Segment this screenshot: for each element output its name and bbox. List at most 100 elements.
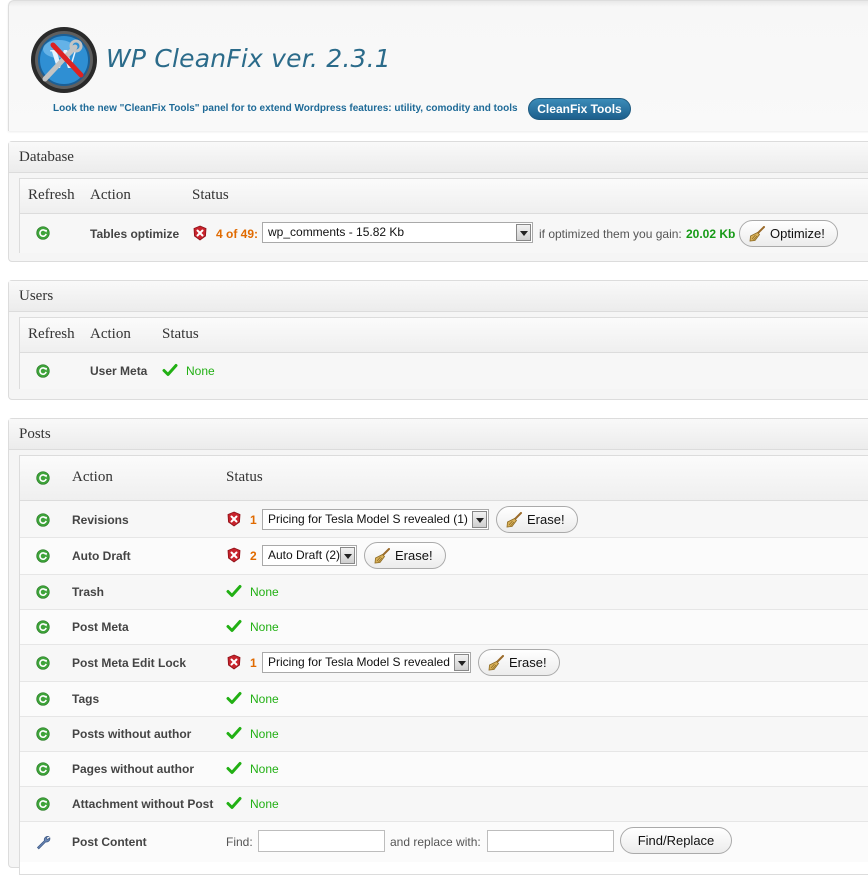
status-text: None (250, 620, 279, 634)
column-status: Status (162, 326, 199, 342)
error-shield-icon (226, 547, 242, 563)
row-label: Post Content (72, 835, 147, 849)
tagline-text: Look the new "CleanFix Tools" panel for … (53, 103, 518, 114)
database-panel: Database Refresh Action Status Tables op… (8, 141, 868, 262)
broom-icon (505, 512, 523, 528)
table-row: Revisions 1 Pricing for Tesla Model S re… (20, 501, 868, 537)
check-icon (226, 760, 242, 776)
row-label: Posts without author (72, 727, 192, 741)
check-icon (226, 618, 242, 634)
posts-panel-title: Posts (9, 419, 868, 450)
table-row: Tables optimize 4 of 49: wp_comments - 1… (20, 214, 868, 253)
status-text: None (250, 692, 279, 706)
row-label: Tags (72, 692, 100, 706)
row-label: Post Meta Edit Lock (72, 656, 187, 670)
refresh-icon[interactable] (36, 513, 50, 527)
optimize-button-label: Optimize! (770, 226, 825, 241)
cleanfix-logo-icon: W (31, 27, 97, 93)
status-text: None (250, 727, 279, 741)
broom-icon (373, 548, 391, 564)
chevron-down-icon (472, 511, 487, 528)
chevron-down-icon (516, 224, 531, 241)
database-table: Refresh Action Status Tables optimize 4 … (19, 178, 868, 253)
refresh-icon[interactable] (36, 226, 50, 240)
auto-draft-select-value: Auto Draft (2) (268, 548, 341, 562)
revisions-select[interactable]: Pricing for Tesla Model S revealed (1) (262, 509, 489, 530)
refresh-icon[interactable] (36, 585, 50, 599)
find-input[interactable] (258, 830, 385, 852)
refresh-icon[interactable] (36, 727, 50, 741)
error-shield-icon (192, 225, 208, 241)
column-action: Action (90, 187, 131, 203)
column-action: Action (72, 469, 113, 485)
table-row: Tags None (20, 681, 868, 716)
gain-text: if optimized them you gain: (539, 227, 682, 241)
wrench-icon (35, 834, 51, 850)
row-label: Attachment without Post (72, 797, 214, 811)
find-replace-button[interactable]: Find/Replace (620, 827, 732, 854)
erase-edit-lock-button[interactable]: Erase! (478, 649, 560, 676)
erase-auto-draft-button[interactable]: Erase! (364, 542, 446, 569)
cleanfix-tools-button[interactable]: CleanFix Tools (528, 98, 631, 120)
row-label: Trash (72, 585, 105, 599)
check-icon (226, 795, 242, 811)
selected-table-value: wp_comments - 15.82 Kb (268, 225, 405, 239)
column-refresh: Refresh (28, 326, 75, 342)
chevron-down-icon (454, 654, 469, 671)
revisions-select-value: Pricing for Tesla Model S revealed (1) (268, 512, 468, 526)
refresh-icon[interactable] (36, 549, 50, 563)
edit-lock-select-value: Pricing for Tesla Model S revealed (268, 655, 450, 669)
row-label: Tables optimize (90, 227, 180, 241)
refresh-icon[interactable] (36, 656, 50, 670)
erase-button-label: Erase! (395, 548, 433, 563)
refresh-icon[interactable] (36, 692, 50, 706)
issue-count: 2 (250, 549, 257, 563)
check-icon (162, 362, 178, 378)
row-label: Post Meta (72, 620, 129, 634)
refresh-all-icon[interactable] (36, 471, 50, 485)
check-icon (226, 725, 242, 741)
table-row: Trash None (20, 574, 868, 609)
erase-revisions-button[interactable]: Erase! (496, 506, 578, 533)
row-label: Auto Draft (72, 549, 131, 563)
issue-count: 1 (250, 656, 257, 670)
gain-value: 20.02 Kb (686, 227, 736, 241)
table-row: Post Meta Edit Lock 1 Pricing for Tesla … (20, 644, 868, 681)
table-select[interactable]: wp_comments - 15.82 Kb (262, 222, 533, 243)
erase-button-label: Erase! (527, 512, 565, 527)
status-text: None (186, 364, 215, 378)
plugin-header: W WP CleanFix ver. 2.3.1 Look the new "C… (8, 0, 868, 131)
users-table-header: Refresh Action Status (20, 318, 868, 353)
table-row: Post Content Find: and replace with: Fin… (20, 821, 868, 862)
find-label: Find: (226, 835, 253, 849)
refresh-icon[interactable] (36, 762, 50, 776)
row-label: Revisions (72, 513, 129, 527)
posts-table-header: Action Status (20, 456, 868, 501)
check-icon (226, 583, 242, 599)
issue-count: 1 (250, 513, 257, 527)
optimize-button[interactable]: Optimize! (739, 220, 838, 247)
column-status: Status (192, 187, 229, 203)
table-row: Posts without author None (20, 716, 868, 751)
replace-input[interactable] (487, 830, 614, 852)
refresh-icon[interactable] (36, 364, 50, 378)
chevron-down-icon (340, 547, 355, 564)
users-panel-title: Users (9, 281, 868, 312)
column-action: Action (90, 326, 131, 342)
edit-lock-select[interactable]: Pricing for Tesla Model S revealed (262, 652, 471, 673)
status-text: None (250, 762, 279, 776)
refresh-icon[interactable] (36, 620, 50, 634)
users-panel: Users Refresh Action Status User Meta No… (8, 280, 868, 400)
database-panel-title: Database (9, 142, 868, 173)
status-text: None (250, 797, 279, 811)
check-icon (226, 690, 242, 706)
users-table: Refresh Action Status User Meta None (19, 317, 868, 389)
broom-icon (487, 655, 505, 671)
database-table-header: Refresh Action Status (20, 179, 868, 214)
posts-table: Action Status Revisions 1 Pricing for Te… (19, 455, 868, 875)
refresh-icon[interactable] (36, 797, 50, 811)
error-shield-icon (226, 654, 242, 670)
auto-draft-select[interactable]: Auto Draft (2) (262, 545, 357, 566)
posts-panel: Posts Action Status Revisions 1 Pricing … (8, 418, 868, 875)
replace-label: and replace with: (390, 835, 481, 849)
